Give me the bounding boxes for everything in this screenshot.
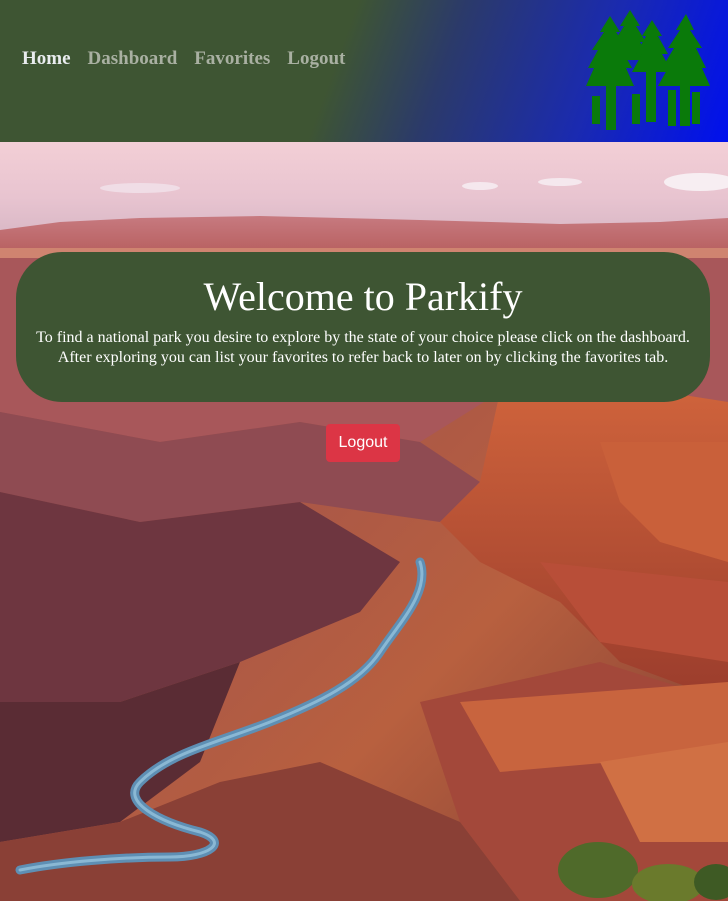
nav-link-logout[interactable]: Logout — [287, 48, 345, 70]
nav-link-home[interactable]: Home — [22, 48, 71, 70]
welcome-card: Welcome to Parkify To find a national pa… — [16, 252, 710, 402]
main-nav: Home Dashboard Favorites Logout — [22, 48, 345, 70]
logout-button[interactable]: Logout — [326, 424, 400, 462]
welcome-line-2: After exploring you can list your favori… — [57, 349, 669, 366]
pine-trees-icon — [586, 10, 710, 130]
top-navbar: Home Dashboard Favorites Logout — [0, 0, 728, 142]
nav-link-favorites[interactable]: Favorites — [194, 48, 270, 70]
welcome-line-1: To find a national park you desire to ex… — [36, 329, 690, 346]
nav-link-dashboard[interactable]: Dashboard — [88, 48, 178, 70]
welcome-title: Welcome to Parkify — [203, 274, 523, 319]
welcome-description: To find a national park you desire to ex… — [16, 328, 710, 368]
